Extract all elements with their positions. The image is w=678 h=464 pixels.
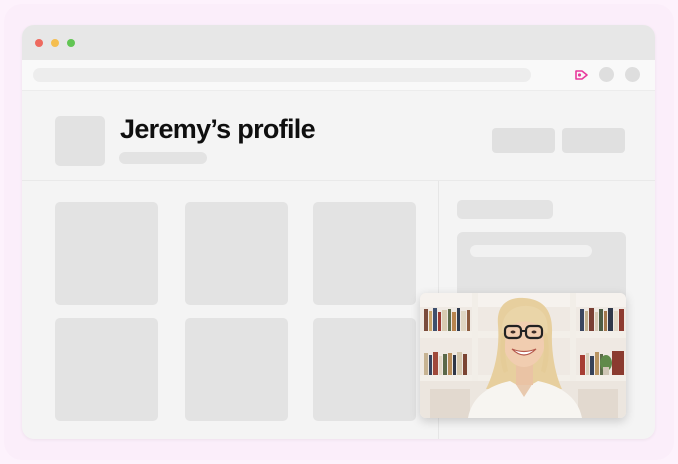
header-button-placeholder[interactable] — [492, 128, 555, 153]
grid-tile[interactable] — [185, 202, 288, 305]
close-dot-icon[interactable] — [35, 39, 43, 47]
address-bar[interactable] — [33, 68, 531, 82]
grid-tile[interactable] — [313, 318, 416, 421]
avatar — [55, 116, 105, 166]
header-button-placeholder[interactable] — [562, 128, 625, 153]
grid-tile[interactable] — [55, 318, 158, 421]
webcam-video-overlay[interactable] — [420, 293, 626, 418]
browser-toolbar — [22, 60, 655, 91]
profile-circle-button[interactable] — [599, 67, 614, 82]
webcam-video-feed — [420, 293, 626, 418]
subtitle-placeholder — [119, 152, 207, 164]
maximize-dot-icon[interactable] — [67, 39, 75, 47]
grid-tile[interactable] — [313, 202, 416, 305]
grid-tile[interactable] — [55, 202, 158, 305]
menu-circle-button[interactable] — [625, 67, 640, 82]
grid-tile[interactable] — [185, 318, 288, 421]
sidebar-card-line-placeholder — [470, 245, 592, 257]
title-bar — [22, 25, 655, 60]
minimize-dot-icon[interactable] — [51, 39, 59, 47]
screen-recorder-icon[interactable] — [573, 67, 591, 83]
page-title: Jeremy’s profile — [120, 114, 316, 144]
profile-header: Jeremy’s profile — [22, 91, 655, 181]
sidebar-heading-placeholder — [457, 200, 553, 219]
